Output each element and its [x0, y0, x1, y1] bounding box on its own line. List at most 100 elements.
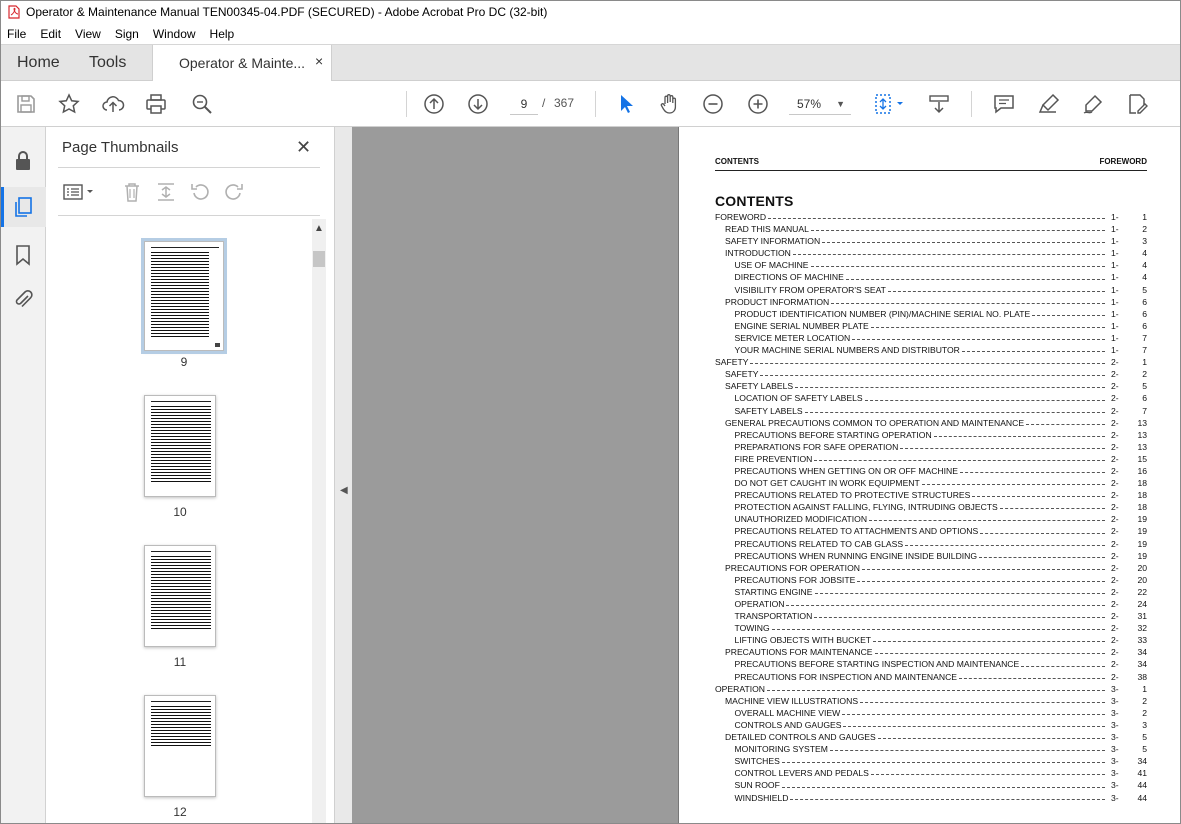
page-total: 367 [554, 96, 575, 110]
menu-edit[interactable]: Edit [40, 27, 61, 41]
toc-entry[interactable]: YOUR MACHINE SERIAL NUMBERS AND DISTRIBU… [715, 344, 1147, 357]
thumbnail-page[interactable] [144, 695, 216, 797]
delete-page-icon[interactable] [120, 180, 144, 204]
menu-file[interactable]: File [7, 27, 26, 41]
collapse-panel-icon[interactable]: ◀ [340, 485, 348, 496]
toc-entry[interactable]: PRECAUTIONS FOR MAINTENANCE 2- 34 [715, 646, 1147, 659]
toc-entry[interactable]: OVERALL MACHINE VIEW 3- 2 [715, 706, 1147, 719]
attachment-paperclip-icon[interactable] [11, 287, 35, 311]
document-view[interactable]: CONTENTS FOREWORD CONTENTS FOREWORD 1- 1 RE… [352, 127, 1180, 823]
toc-entry[interactable]: LOCATION OF SAFETY LABELS 2- 6 [715, 392, 1147, 405]
toc-entry[interactable]: OPERATION 3- 1 [715, 682, 1147, 695]
toc-entry[interactable]: MACHINE VIEW ILLUSTRATIONS 3- 2 [715, 694, 1147, 707]
print-icon[interactable] [144, 92, 168, 116]
toc-entry[interactable]: PRODUCT IDENTIFICATION NUMBER (PIN)/MACH… [715, 307, 1147, 320]
bookmark-icon[interactable] [11, 243, 35, 267]
toc-entry[interactable]: FIRE PREVENTION 2- 15 [715, 452, 1147, 465]
toc-entry[interactable]: CONTROL LEVERS AND PEDALS 3- 41 [715, 767, 1147, 780]
scroll-up-icon[interactable]: ▲ [314, 223, 324, 234]
toc-entry[interactable]: PRECAUTIONS FOR JOBSITE 2- 20 [715, 573, 1147, 586]
menu-view[interactable]: View [75, 27, 101, 41]
toc-entry[interactable]: LIFTING OBJECTS WITH BUCKET 2- 33 [715, 634, 1147, 647]
toc-entry[interactable]: DIRECTIONS OF MACHINE 1- 4 [715, 271, 1147, 284]
close-tab-icon[interactable]: × [315, 53, 323, 69]
select-cursor-icon[interactable] [614, 92, 638, 116]
toc-entry[interactable]: PRECAUTIONS RELATED TO PROTECTIVE STRUCT… [715, 489, 1147, 502]
panel-splitter[interactable]: ◀ [334, 127, 352, 823]
toc-entry[interactable]: GENERAL PRECAUTIONS COMMON TO OPERATION … [715, 416, 1147, 429]
toc-entry[interactable]: TOWING 2- 32 [715, 622, 1147, 635]
toc-entry[interactable]: TRANSPORTATION 2- 31 [715, 610, 1147, 623]
comment-icon[interactable] [992, 92, 1016, 116]
tab-home[interactable]: Home [17, 54, 60, 72]
thumbnail-page[interactable] [144, 395, 216, 497]
toc-entry[interactable]: PRECAUTIONS BEFORE STARTING INSPECTION A… [715, 658, 1147, 671]
toc-entry[interactable]: SAFETY LABELS 2- 7 [715, 404, 1147, 417]
next-page-icon[interactable] [466, 92, 490, 116]
page-thumbnails-nav[interactable] [1, 187, 46, 227]
thumbnail-page[interactable] [141, 238, 227, 354]
cloud-upload-icon[interactable] [101, 92, 125, 116]
toc-entry[interactable]: INTRODUCTION 1- 4 [715, 247, 1147, 260]
toc-entry[interactable]: SAFETY 2- 1 [715, 356, 1147, 369]
toc-entry[interactable]: SAFETY INFORMATION 1- 3 [715, 235, 1147, 248]
rotate-clockwise-icon[interactable] [222, 180, 246, 204]
toc-entry[interactable]: PREPARATIONS FOR SAFE OPERATION 2- 13 [715, 440, 1147, 453]
toc-entry[interactable]: ENGINE SERIAL NUMBER PLATE 1- 6 [715, 319, 1147, 332]
previous-page-icon[interactable] [422, 92, 446, 116]
save-icon[interactable] [14, 92, 38, 116]
extract-page-icon[interactable] [154, 180, 178, 204]
scroll-mode-icon[interactable] [927, 92, 951, 116]
toc-entry[interactable]: PRECAUTIONS FOR INSPECTION AND MAINTENAN… [715, 670, 1147, 683]
page-fit-icon[interactable] [871, 92, 907, 116]
find-zoom-icon[interactable] [190, 92, 214, 116]
toc-entry[interactable]: FOREWORD 1- 1 [715, 211, 1147, 224]
thumbnail-scrollbar[interactable]: ▲ [312, 219, 326, 823]
draw-pen-icon[interactable] [1081, 92, 1105, 116]
toc-entry[interactable]: VISIBILITY FROM OPERATOR'S SEAT 1- 5 [715, 283, 1147, 296]
toc-entry[interactable]: SERVICE METER LOCATION 1- 7 [715, 331, 1147, 345]
toc-entry[interactable]: OPERATION 2- 24 [715, 598, 1147, 611]
tab-tools[interactable]: Tools [89, 54, 126, 72]
toc-entry[interactable]: SWITCHES 3- 34 [715, 755, 1147, 768]
page-number-input[interactable]: 9 [510, 93, 538, 115]
toc-entry[interactable]: PROTECTION AGAINST FALLING, FLYING, INTR… [715, 501, 1147, 514]
toc-entry[interactable]: SAFETY 2- 2 [715, 368, 1147, 381]
tab-document[interactable]: Operator & Mainte... × [152, 45, 332, 82]
toc-entry[interactable]: PRECAUTIONS WHEN GETTING ON OR OFF MACHI… [715, 464, 1147, 478]
toc-entry[interactable]: SUN ROOF 3- 44 [715, 779, 1147, 792]
zoom-level-dropdown[interactable]: 57% ▼ [789, 93, 851, 115]
lock-icon[interactable] [11, 149, 35, 173]
toc-entry[interactable]: DETAILED CONTROLS AND GAUGES 3- 5 [715, 731, 1147, 744]
toc-entry[interactable]: READ THIS MANUAL 1- 2 [715, 223, 1147, 236]
toc-entry[interactable]: PRECAUTIONS RELATED TO CAB GLASS 2- 19 [715, 537, 1147, 550]
scrollbar-thumb[interactable] [313, 251, 325, 267]
zoom-out-icon[interactable] [701, 92, 725, 116]
menu-window[interactable]: Window [153, 27, 196, 41]
menu-help[interactable]: Help [210, 27, 235, 41]
hand-tool-icon[interactable] [657, 92, 681, 116]
toc-entry[interactable]: PRECAUTIONS WHEN RUNNING ENGINE INSIDE B… [715, 549, 1147, 562]
toc-entry[interactable]: USE OF MACHINE 1- 4 [715, 259, 1147, 272]
toc-entry[interactable]: SAFETY LABELS 2- 5 [715, 380, 1147, 393]
toc-entry[interactable]: WINDSHIELD 3- 44 [715, 791, 1147, 804]
thumbnail-page[interactable] [144, 545, 216, 647]
toc-chapter: 1- [1111, 272, 1119, 283]
star-icon[interactable] [57, 92, 81, 116]
zoom-in-icon[interactable] [746, 92, 770, 116]
toc-entry[interactable]: PRODUCT INFORMATION 1- 6 [715, 295, 1147, 308]
highlight-pen-icon[interactable] [1037, 92, 1061, 116]
toc-entry[interactable]: CONTROLS AND GAUGES 3- 3 [715, 718, 1147, 732]
toc-entry[interactable]: STARTING ENGINE 2- 22 [715, 585, 1147, 598]
toc-entry[interactable]: DO NOT GET CAUGHT IN WORK EQUIPMENT 2- 18 [715, 477, 1147, 490]
toc-entry[interactable]: PRECAUTIONS BEFORE STARTING OPERATION 2- 1… [715, 428, 1147, 441]
fill-sign-icon[interactable] [1125, 92, 1149, 116]
options-menu-icon[interactable] [62, 180, 98, 204]
toc-entry[interactable]: PRECAUTIONS RELATED TO ATTACHMENTS AND O… [715, 525, 1147, 538]
close-panel-icon[interactable]: ✕ [296, 137, 311, 158]
toc-entry[interactable]: UNAUTHORIZED MODIFICATION 2- 19 [715, 513, 1147, 526]
toc-entry[interactable]: PRECAUTIONS FOR OPERATION 2- 20 [715, 561, 1147, 574]
toc-entry[interactable]: MONITORING SYSTEM 3- 5 [715, 743, 1147, 756]
menu-sign[interactable]: Sign [115, 27, 139, 41]
rotate-counterclockwise-icon[interactable] [188, 180, 212, 204]
